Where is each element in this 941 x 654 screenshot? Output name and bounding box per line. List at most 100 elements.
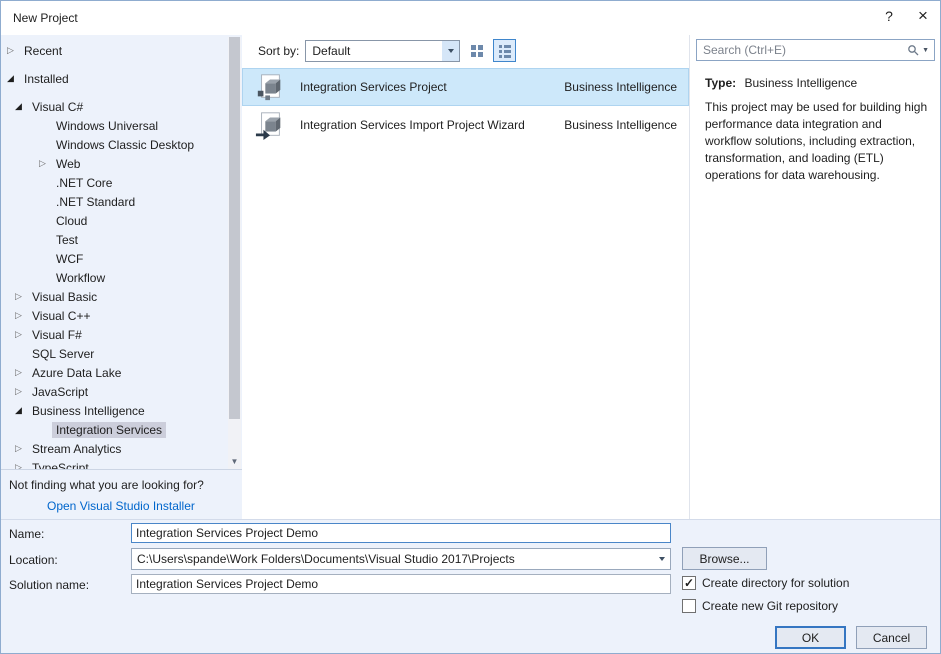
git-repository-checkbox[interactable]: Create new Git repository: [682, 599, 838, 613]
solution-name-label: Solution name:: [9, 578, 90, 592]
name-input[interactable]: [131, 523, 671, 543]
tree-item-net-standard[interactable]: .NET Standard: [1, 192, 227, 211]
git-repository-label: Create new Git repository: [702, 599, 839, 613]
combo-arrow-icon: [442, 40, 460, 61]
tree-item-wcf[interactable]: WCF: [1, 249, 227, 268]
tree-item-visual-cplusplus[interactable]: ▷ Visual C++: [1, 306, 227, 325]
not-finding-text: Not finding what you are looking for?: [9, 478, 204, 492]
create-directory-checkbox[interactable]: ✓ Create directory for solution: [682, 576, 849, 590]
cancel-button[interactable]: Cancel: [856, 626, 927, 649]
tree-item-label: WCF: [56, 251, 84, 266]
medium-icons-view-icon: [470, 44, 483, 57]
tree-item-workflow[interactable]: Workflow: [1, 268, 227, 287]
tree-item-stream-analytics[interactable]: ▷ Stream Analytics: [1, 439, 227, 458]
expanded-arrow-icon[interactable]: ◢: [7, 69, 20, 88]
location-dropdown[interactable]: C:\Users\spande\Work Folders\Documents\V…: [131, 548, 671, 570]
category-panel: ▷ Recent ◢ Installed ◢ Visual C# Windows Unive…: [1, 35, 242, 519]
expanded-arrow-icon[interactable]: ◢: [15, 401, 28, 420]
tree-item-label: Test: [56, 232, 79, 247]
scroll-down-icon[interactable]: ▼: [228, 454, 241, 469]
tree-item-label: Azure Data Lake: [32, 365, 122, 380]
tree-item-typescript[interactable]: ▷ TypeScript: [1, 458, 227, 470]
new-project-dialog: New Project ? × ▷ Recent ◢ Installed ◢ Visual…: [0, 0, 941, 654]
template-item-integration-services-project[interactable]: Integration Services Project Business Int…: [242, 68, 689, 106]
combo-arrow-icon[interactable]: [653, 549, 670, 569]
window-title: New Project: [13, 11, 78, 25]
tree-item-cloud[interactable]: Cloud: [1, 211, 227, 230]
tree-item-label: Visual Basic: [32, 289, 98, 304]
search-box[interactable]: ▼: [696, 39, 935, 61]
tree-item-windows-universal[interactable]: Windows Universal: [1, 116, 227, 135]
tree-item-label: Stream Analytics: [32, 441, 122, 456]
tree-item-net-core[interactable]: .NET Core: [1, 173, 227, 192]
project-form: Name: Location: C:\Users\spande\Work Fol…: [1, 519, 940, 653]
collapsed-arrow-icon[interactable]: ▷: [15, 363, 28, 382]
collapsed-arrow-icon[interactable]: ▷: [15, 287, 28, 306]
tree-item-javascript[interactable]: ▷ JavaScript: [1, 382, 227, 401]
open-installer-link[interactable]: Open Visual Studio Installer: [47, 499, 242, 513]
tree-item-label: Visual C#: [32, 99, 84, 114]
template-description: This project may be used for building hi…: [705, 100, 928, 183]
sort-by-dropdown[interactable]: Default: [305, 39, 461, 62]
checkbox-unchecked-icon[interactable]: [682, 599, 696, 613]
location-label: Location:: [9, 553, 58, 567]
tree-item-recent[interactable]: ▷ Recent: [1, 41, 227, 60]
tree-item-web[interactable]: ▷ Web: [1, 154, 227, 173]
expanded-arrow-icon[interactable]: ◢: [15, 97, 28, 116]
list-view-icon: [498, 44, 511, 58]
collapsed-arrow-icon[interactable]: ▷: [39, 154, 52, 173]
template-category: Business Intelligence: [564, 80, 677, 94]
template-panel: Sort by: Default Integration Services Pr…: [242, 35, 689, 519]
sort-by-value: Default: [312, 43, 351, 58]
tree-item-installed[interactable]: ◢ Installed: [1, 69, 227, 88]
tree-item-label: JavaScript: [32, 384, 89, 399]
tree-item-test[interactable]: Test: [1, 230, 227, 249]
scrollbar-thumb[interactable]: [229, 37, 240, 419]
tree-item-windows-classic-desktop[interactable]: Windows Classic Desktop: [1, 135, 227, 154]
tree-item-visual-basic[interactable]: ▷ Visual Basic: [1, 287, 227, 306]
create-directory-label: Create directory for solution: [702, 576, 850, 590]
type-value: Business Intelligence: [744, 76, 858, 90]
name-label: Name:: [9, 527, 45, 541]
tree-item-azure-data-lake[interactable]: ▷ Azure Data Lake: [1, 363, 227, 382]
medium-icons-view-button[interactable]: [465, 39, 488, 62]
tree-scrollbar[interactable]: ▼: [228, 37, 241, 469]
tree-item-label: Windows Classic Desktop: [56, 137, 195, 152]
sort-by-label: Sort by:: [258, 43, 300, 58]
collapsed-arrow-icon[interactable]: ▷: [15, 382, 28, 401]
tree-item-label: Business Intelligence: [32, 403, 145, 418]
browse-button[interactable]: Browse...: [682, 547, 767, 570]
collapsed-arrow-icon[interactable]: ▷: [15, 439, 28, 458]
tree-item-label: Recent: [24, 43, 63, 58]
details-panel: ▼ Type: Business Intelligence This proje…: [689, 35, 940, 519]
tree-item-label: Visual F#: [32, 327, 82, 342]
template-type-line: Type: Business Intelligence: [705, 76, 940, 90]
ok-button[interactable]: OK: [775, 626, 846, 649]
collapsed-arrow-icon[interactable]: ▷: [15, 458, 28, 469]
title-bar[interactable]: New Project ? ×: [1, 1, 940, 35]
tree-item-visual-fsharp[interactable]: ▷ Visual F#: [1, 325, 227, 344]
help-button[interactable]: ?: [872, 1, 906, 31]
template-category: Business Intelligence: [564, 118, 677, 132]
search-dropdown-icon[interactable]: ▼: [922, 47, 929, 54]
tree-item-visual-csharp[interactable]: ◢ Visual C#: [1, 97, 227, 116]
tree-item-integration-services[interactable]: Integration Services: [1, 420, 227, 439]
small-icons-view-button[interactable]: [493, 39, 517, 62]
template-name: Integration Services Import Project Wiza…: [300, 118, 525, 132]
collapsed-arrow-icon[interactable]: ▷: [15, 325, 28, 344]
search-icon[interactable]: [907, 44, 919, 56]
collapsed-arrow-icon[interactable]: ▷: [7, 41, 20, 60]
search-input[interactable]: [697, 43, 908, 57]
collapsed-arrow-icon[interactable]: ▷: [15, 306, 28, 325]
close-button[interactable]: ×: [906, 1, 940, 31]
tree-item-label: .NET Standard: [56, 194, 136, 209]
type-label: Type:: [705, 76, 737, 90]
tree-footer: Not finding what you are looking for? Op…: [1, 469, 242, 519]
tree-item-sql-server[interactable]: SQL Server: [1, 344, 227, 363]
solution-name-input[interactable]: [131, 574, 671, 594]
tree-item-label: Installed: [24, 71, 69, 86]
tree-item-business-intelligence[interactable]: ◢ Business Intelligence: [1, 401, 227, 420]
integration-services-project-icon: [254, 71, 286, 103]
template-item-integration-services-import-project-wizard[interactable]: Integration Services Import Project Wiza…: [242, 106, 689, 144]
checkbox-checked-icon[interactable]: ✓: [682, 576, 696, 590]
